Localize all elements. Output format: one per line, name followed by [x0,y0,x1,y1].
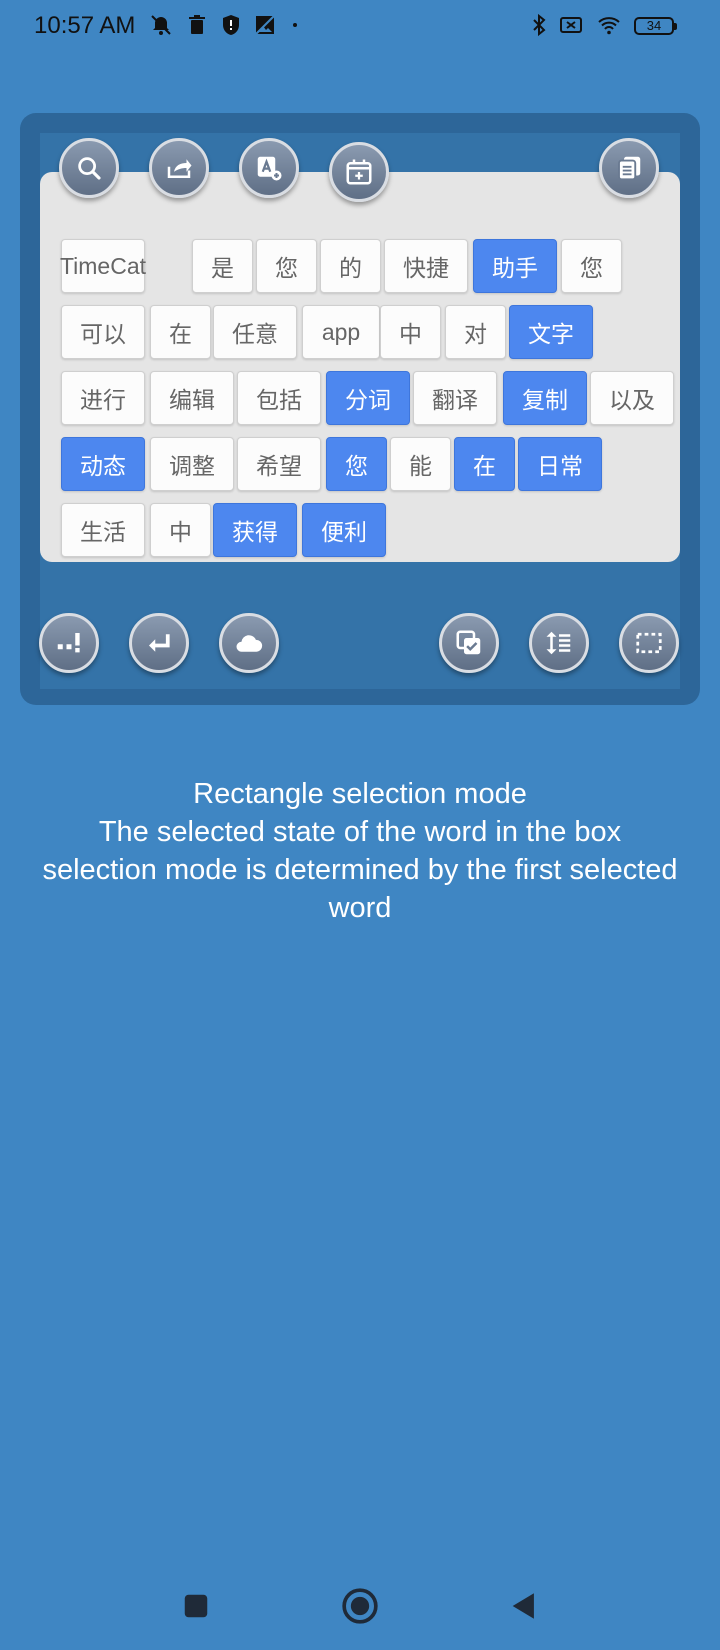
navigation-bar [0,1560,720,1650]
punctuation-button[interactable] [39,613,99,673]
share-icon [167,159,192,178]
word-chip[interactable]: 中 [380,305,441,359]
word-chip[interactable]: TimeCat [60,239,146,293]
translate-icon [257,156,282,181]
recents-button[interactable] [172,1582,220,1630]
word-chip[interactable]: 进行 [61,371,145,425]
word-chip[interactable]: 以及 [590,371,674,425]
status-bar: 10:57 AM 34 [0,0,720,54]
caption-line-4: word [328,892,392,924]
wifi-icon [596,12,622,38]
word-chip[interactable]: 动态 [61,437,145,491]
word-chip[interactable]: 对 [445,305,506,359]
alarm-off-icon [148,12,174,38]
rectangle-select-icon [636,632,662,654]
back-button[interactable] [500,1582,548,1630]
shield-icon [218,12,244,38]
word-chip[interactable]: 调整 [150,437,234,491]
clock: 10:57 AM [34,12,136,39]
translate-button[interactable] [239,138,299,198]
share-button[interactable] [149,138,209,198]
word-chip[interactable]: 在 [454,437,515,491]
circle-icon [342,1588,378,1624]
word-chip[interactable]: 您 [256,239,317,293]
sim-off-icon [558,12,584,38]
word-chip[interactable]: 助手 [473,239,557,293]
cloud-button[interactable] [219,613,279,673]
word-chip[interactable]: 翻译 [413,371,497,425]
word-chip[interactable]: 任意 [213,305,297,359]
word-chip[interactable]: 快捷 [384,239,468,293]
word-chip[interactable]: 您 [561,239,622,293]
word-chip[interactable]: 分词 [326,371,410,425]
cloud-icon [236,635,263,652]
select-all-button[interactable] [439,613,499,673]
word-chip[interactable]: 日常 [518,437,602,491]
word-chip[interactable]: 获得 [213,503,297,557]
calendar-add-button[interactable] [329,142,389,202]
word-chip[interactable]: 文字 [509,305,593,359]
search-icon [78,157,101,180]
word-chip[interactable]: 编辑 [150,371,234,425]
copy-multiple-button[interactable] [599,138,659,198]
battery-indicator: 34 [634,17,677,35]
word-chip[interactable]: 中 [150,503,211,557]
caption-line-3: selection mode is determined by the firs… [42,854,678,886]
select-all-icon [456,630,481,655]
rectangle-select-button[interactable] [619,613,679,673]
dot-icon [282,12,308,38]
calendar-add-icon [346,159,372,185]
copy-multiple-icon [618,156,641,181]
word-chip[interactable]: 能 [390,437,451,491]
word-chip[interactable]: 生活 [61,503,145,557]
punctuation-icon [57,633,80,653]
mode-description: Rectangle selection mode The selected st… [0,775,720,927]
image-off-icon [252,12,278,38]
caption-line-1: Rectangle selection mode [193,778,527,810]
square-icon [184,1594,208,1618]
word-chip[interactable]: 在 [150,305,211,359]
enter-icon [149,634,170,652]
word-chip[interactable]: 的 [320,239,381,293]
line-spacing-icon [546,631,571,655]
word-chip[interactable]: 便利 [302,503,386,557]
search-button[interactable] [59,138,119,198]
word-chip[interactable]: 您 [326,437,387,491]
word-chip[interactable]: 可以 [61,305,145,359]
word-chip[interactable]: app [302,305,380,359]
word-chip[interactable]: 复制 [503,371,587,425]
word-chip[interactable]: 希望 [237,437,321,491]
home-button[interactable] [336,1582,384,1630]
trash-icon [184,12,210,38]
back-triangle-icon [512,1593,534,1619]
word-chip[interactable]: 是 [192,239,253,293]
word-chip[interactable]: 包括 [237,371,321,425]
enter-button[interactable] [129,613,189,673]
line-spacing-button[interactable] [529,613,589,673]
caption-line-2: The selected state of the word in the bo… [98,816,622,848]
bluetooth-icon [526,12,552,38]
